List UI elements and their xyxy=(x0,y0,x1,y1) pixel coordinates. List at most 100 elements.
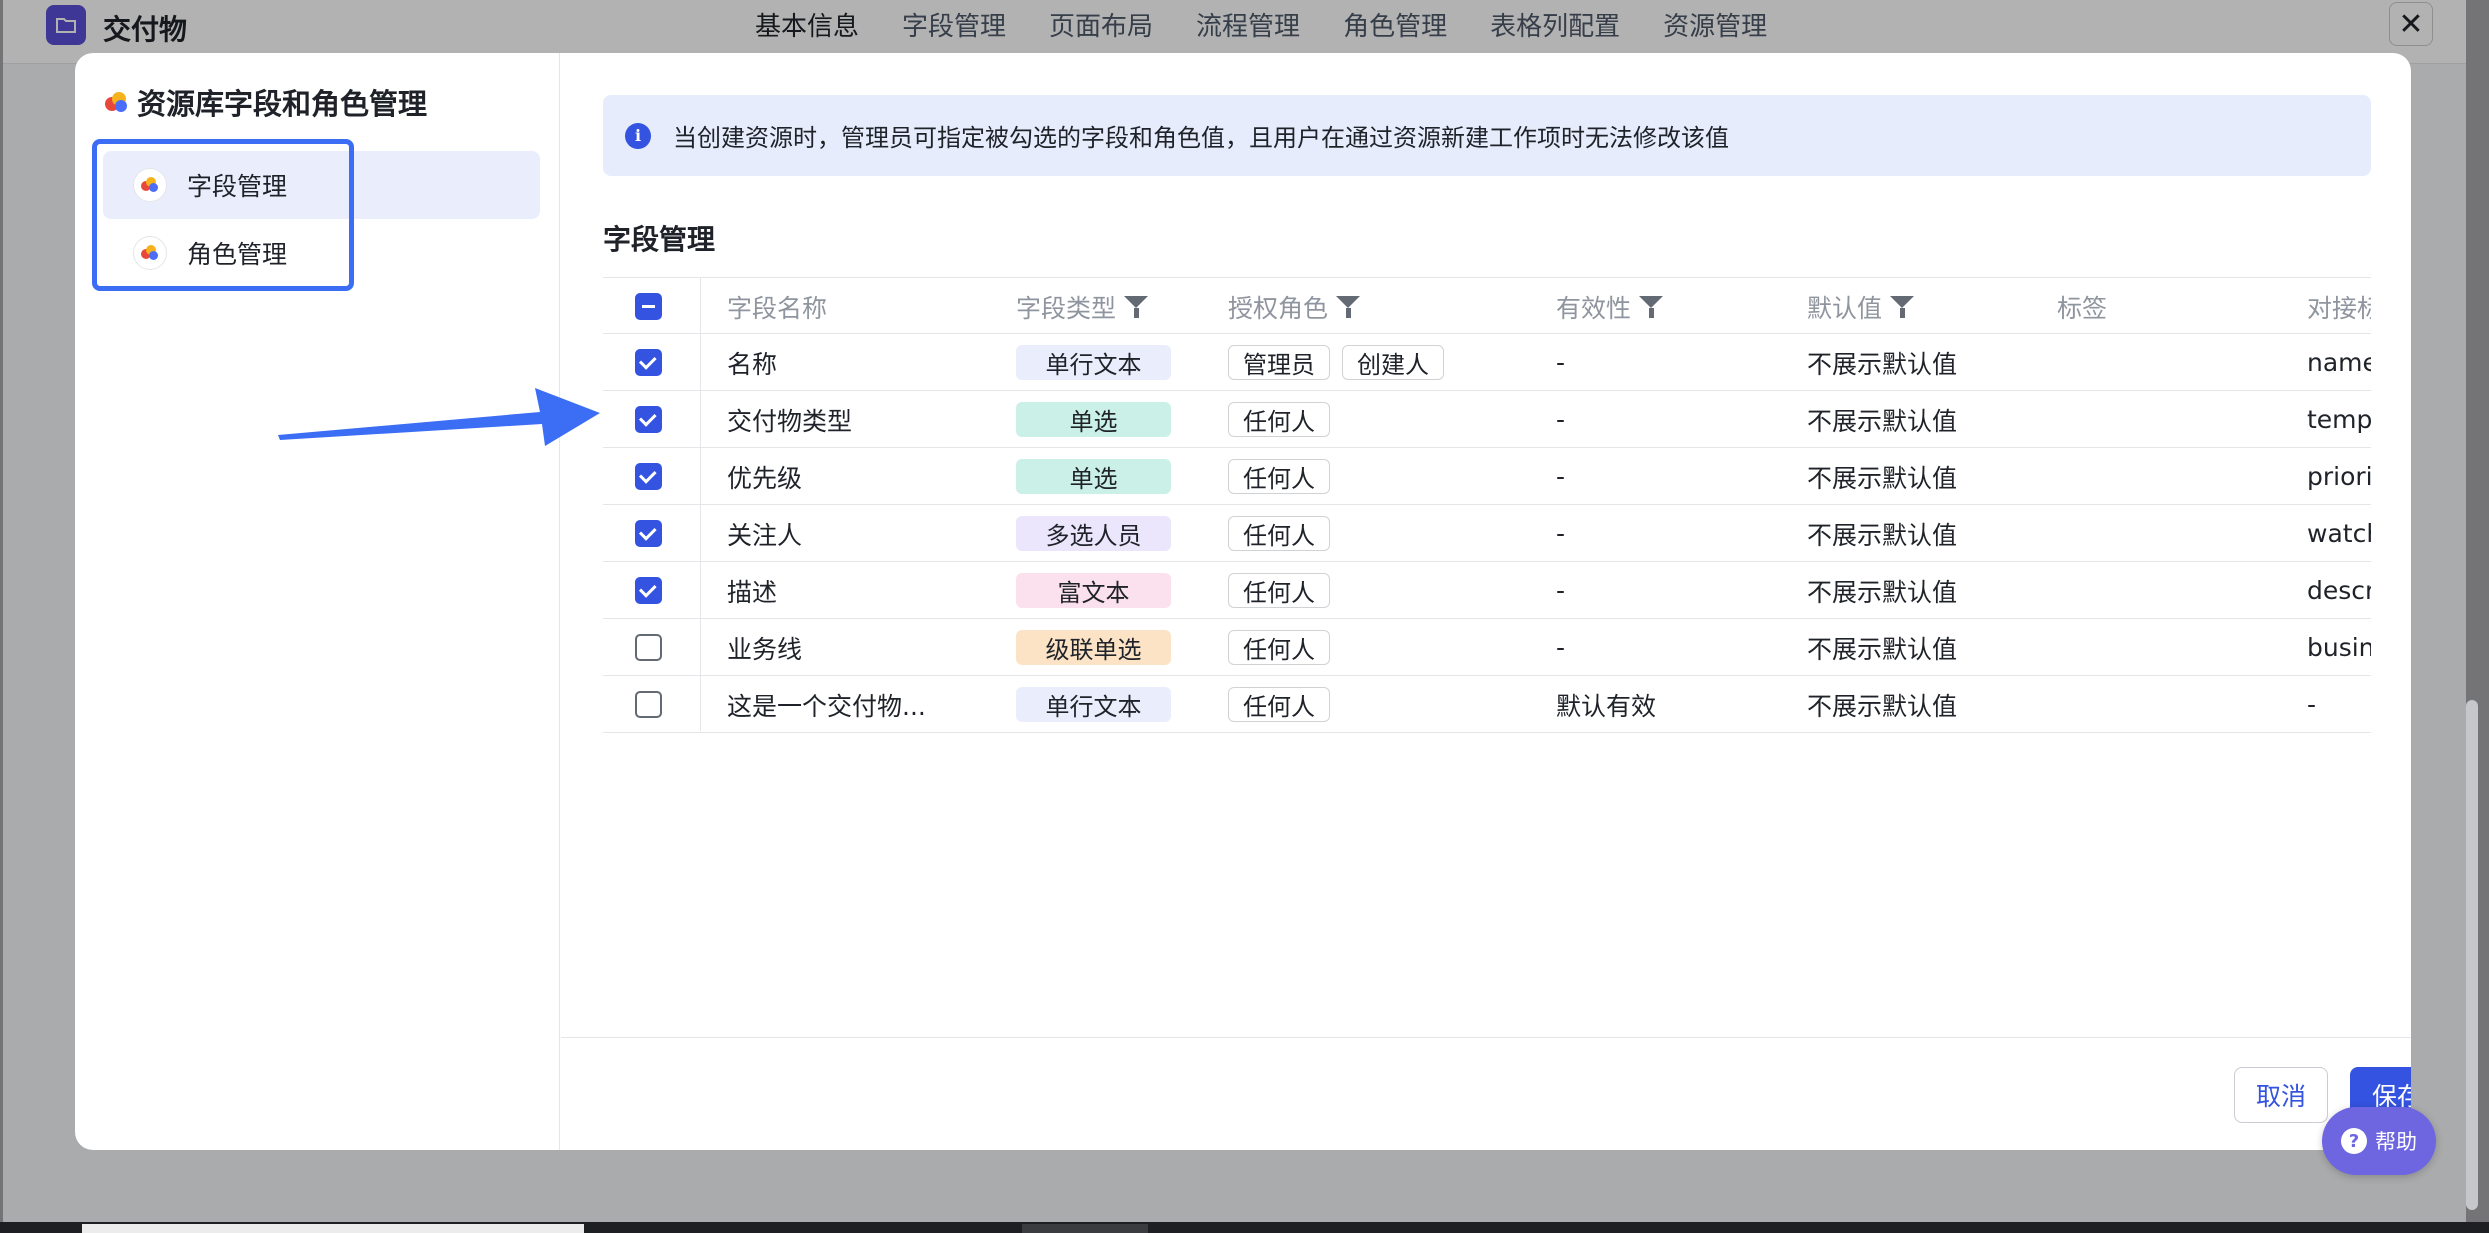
taskbar xyxy=(0,1222,2489,1233)
header-field-name: 字段名称 xyxy=(727,293,828,323)
roles-cell: 管理员 创建人 xyxy=(1228,334,1456,391)
row-checkbox[interactable] xyxy=(635,406,662,433)
field-name: 名称 xyxy=(727,349,778,379)
filter-icon[interactable] xyxy=(1124,295,1149,318)
sidebar-title-text: 资源库字段和角色管理 xyxy=(137,87,428,121)
product-logo-icon xyxy=(133,168,167,202)
field-name: 关注人 xyxy=(727,520,803,550)
default-value: 不展示默认值 xyxy=(1807,691,1958,721)
help-button[interactable]: ? 帮助 xyxy=(2322,1107,2436,1175)
info-icon: i xyxy=(625,122,651,149)
field-type-cell: 单行文本 xyxy=(1016,334,1171,391)
field-name: 业务线 xyxy=(727,634,803,664)
default-value: 不展示默认值 xyxy=(1807,463,1958,493)
role-tag: 管理员 xyxy=(1228,345,1330,380)
field-type-tag: 级联单选 xyxy=(1016,630,1171,665)
header-label: 授权角色 xyxy=(1228,293,1329,323)
modal-main: i 当创建资源时，管理员可指定被勾选的字段和角色值，且用户在通过资源新建工作项时… xyxy=(561,53,2411,1150)
row-checkbox[interactable] xyxy=(635,463,662,490)
header-tag: 标签 xyxy=(2057,293,2108,323)
roles-cell: 任何人 xyxy=(1228,391,1342,448)
header-default: 默认值 xyxy=(1807,278,1915,335)
product-logo-icon xyxy=(103,89,129,115)
role-tag: 任何人 xyxy=(1228,402,1330,437)
role-tag: 创建人 xyxy=(1342,345,1444,380)
resource-field-role-modal: 资源库字段和角色管理 字段管理 角色管理 i 当创建资源时，管理员可指定被勾选的… xyxy=(75,53,2411,1150)
sidebar-title: 资源库字段和角色管理 xyxy=(103,81,427,123)
header-label: 默认值 xyxy=(1807,293,1883,323)
checkbox-cell xyxy=(635,448,662,505)
default-value: 不展示默认值 xyxy=(1807,520,1958,550)
roles-cell: 任何人 xyxy=(1228,619,1342,676)
field-type-tag: 单选 xyxy=(1016,459,1171,494)
help-label: 帮助 xyxy=(2375,1130,2417,1154)
header-roles: 授权角色 xyxy=(1228,278,1361,335)
select-all-checkbox[interactable] xyxy=(635,293,662,320)
header-label: 有效性 xyxy=(1556,293,1632,323)
select-all-cell xyxy=(635,278,662,335)
api-key: name xyxy=(2307,348,2371,377)
row-checkbox[interactable] xyxy=(635,691,662,718)
api-key: - xyxy=(2307,690,2317,719)
api-key: templ xyxy=(2307,405,2371,434)
default-value: 不展示默认值 xyxy=(1807,634,1958,664)
field-type-cell: 级联单选 xyxy=(1016,619,1171,676)
table-row: 这是一个交付物... 单行文本 任何人 默认有效 不展示默认值 - xyxy=(603,676,2371,733)
header-validity: 有效性 xyxy=(1556,278,1664,335)
filter-icon[interactable] xyxy=(1336,295,1361,318)
row-checkbox[interactable] xyxy=(635,577,662,604)
sidebar-item-label: 角色管理 xyxy=(187,240,288,269)
validity: - xyxy=(1556,405,1566,434)
roles-cell: 任何人 xyxy=(1228,562,1342,619)
default-value: 不展示默认值 xyxy=(1807,406,1958,436)
field-type-cell: 富文本 xyxy=(1016,562,1171,619)
validity: - xyxy=(1556,348,1566,377)
validity: 默认有效 xyxy=(1556,691,1657,721)
field-type-tag: 单行文本 xyxy=(1016,687,1171,722)
validity: - xyxy=(1556,462,1566,491)
api-key: busin xyxy=(2307,633,2371,662)
filter-icon[interactable] xyxy=(1890,295,1915,318)
section-title: 字段管理 xyxy=(603,223,716,256)
checkbox-cell xyxy=(635,619,662,676)
api-key: priori xyxy=(2307,462,2371,491)
checkbox-cell xyxy=(635,505,662,562)
field-type-cell: 单选 xyxy=(1016,391,1171,448)
sidebar-item-label: 字段管理 xyxy=(187,172,288,201)
row-checkbox[interactable] xyxy=(635,520,662,547)
role-tag: 任何人 xyxy=(1228,630,1330,665)
sidebar-item-role-management[interactable]: 角色管理 xyxy=(103,219,540,287)
table-row: 关注人 多选人员 任何人 - 不展示默认值 watch xyxy=(603,505,2371,562)
field-type-cell: 单选 xyxy=(1016,448,1171,505)
field-name: 优先级 xyxy=(727,463,803,493)
field-type-tag: 多选人员 xyxy=(1016,516,1171,551)
modal-sidebar: 资源库字段和角色管理 字段管理 角色管理 xyxy=(75,53,560,1150)
cancel-button[interactable]: 取消 xyxy=(2234,1067,2328,1123)
row-checkbox[interactable] xyxy=(635,349,662,376)
footer-divider xyxy=(561,1037,2411,1038)
role-tag: 任何人 xyxy=(1228,516,1330,551)
header-label: 字段类型 xyxy=(1016,293,1117,323)
roles-cell: 任何人 xyxy=(1228,505,1342,562)
annotation-arrow-icon xyxy=(278,388,600,446)
table-row: 描述 富文本 任何人 - 不展示默认值 descr xyxy=(603,562,2371,619)
product-logo-icon xyxy=(133,236,167,270)
row-checkbox[interactable] xyxy=(635,634,662,661)
field-type-tag: 富文本 xyxy=(1016,573,1171,608)
role-tag: 任何人 xyxy=(1228,687,1330,722)
table-row: 交付物类型 单选 任何人 - 不展示默认值 templ xyxy=(603,391,2371,448)
field-name: 描述 xyxy=(727,577,778,607)
table-row: 名称 单行文本 管理员 创建人 - 不展示默认值 name xyxy=(603,334,2371,391)
info-alert: i 当创建资源时，管理员可指定被勾选的字段和角色值，且用户在通过资源新建工作项时… xyxy=(603,95,2371,176)
sidebar-item-field-management[interactable]: 字段管理 xyxy=(103,151,540,219)
validity: - xyxy=(1556,519,1566,548)
default-value: 不展示默认值 xyxy=(1807,577,1958,607)
table-row: 优先级 单选 任何人 - 不展示默认值 priori xyxy=(603,448,2371,505)
checkbox-cell xyxy=(635,391,662,448)
filter-icon[interactable] xyxy=(1639,295,1664,318)
role-tag: 任何人 xyxy=(1228,459,1330,494)
alert-text: 当创建资源时，管理员可指定被勾选的字段和角色值，且用户在通过资源新建工作项时无法… xyxy=(673,124,1729,152)
field-type-tag: 单选 xyxy=(1016,402,1171,437)
field-name: 交付物类型 xyxy=(727,406,853,436)
page-scrollbar[interactable] xyxy=(2466,700,2478,1210)
